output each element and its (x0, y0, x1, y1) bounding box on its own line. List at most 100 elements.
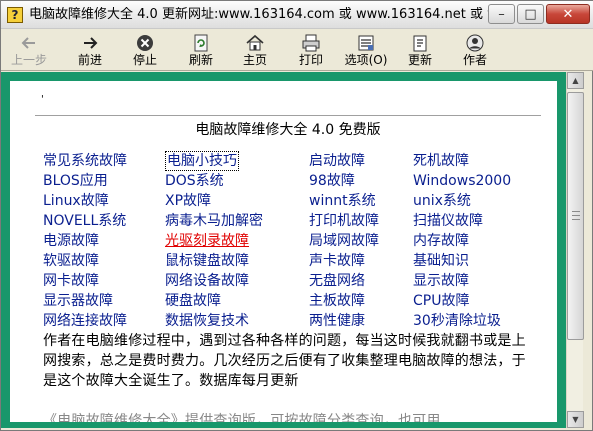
category-link[interactable]: Windows2000 (413, 171, 511, 191)
link-row: 电源故障 光驱刻录故障 局域网故障 内存故障 (43, 231, 541, 251)
close-button[interactable]: ✕ (546, 4, 590, 24)
category-link[interactable]: 声卡故障 (309, 251, 365, 271)
category-link[interactable]: 网络设备故障 (165, 271, 249, 291)
app-icon: ? (7, 7, 23, 23)
category-link[interactable]: 电源故障 (43, 231, 99, 251)
link-row: 网络连接故障 数据恢复技术 两性健康 30秒清除垃圾 (43, 311, 541, 331)
category-link[interactable]: 网络连接故障 (43, 311, 127, 331)
author-icon (453, 31, 497, 53)
category-link[interactable]: NOVELL系统 (43, 211, 126, 231)
category-link[interactable]: 打印机故障 (309, 211, 379, 231)
title-bar[interactable]: ? 电脑故障维修大全 4.0 更新网址:www.163164.com 或 www… (1, 1, 593, 29)
frame-border-top (1, 72, 566, 81)
category-link[interactable]: 常见系统故障 (43, 151, 127, 171)
home-label: 主页 (242, 53, 267, 67)
category-link[interactable]: 软驱故障 (43, 251, 99, 271)
toolbar: 上一步 前进 停止 刷新 主页 打印 选项(O) 更新 作者 (1, 29, 593, 71)
category-link[interactable]: 主板故障 (309, 291, 365, 311)
window-controls: – □ ✕ (486, 4, 590, 25)
cursor-mark: ' (41, 94, 44, 105)
window-title: 电脑故障维修大全 4.0 更新网址:www.163164.com 或 www.1… (29, 7, 489, 22)
divider (35, 115, 541, 117)
update-label: 更新 (407, 53, 432, 67)
refresh-button[interactable]: 刷新 (179, 31, 223, 69)
content-pane: ' 电脑故障维修大全 4.0 免费版 常见系统故障 电脑小技巧 启动故障 死机故… (35, 81, 541, 422)
page-heading: 电脑故障维修大全 4.0 免费版 (195, 122, 381, 138)
category-link[interactable]: 两性健康 (309, 311, 365, 331)
intro-paragraph: 作者在电脑维修过程中，遇到过各种各样的问题，每当这时候我就翻书或是上网搜索，总之… (43, 331, 537, 422)
frame-border-bottom (1, 422, 566, 428)
scroll-thumb[interactable] (567, 92, 584, 340)
printer-icon (289, 31, 333, 53)
category-link[interactable]: 启动故障 (309, 151, 365, 171)
category-link[interactable]: 鼠标键盘故障 (165, 251, 249, 271)
category-link[interactable]: 内存故障 (413, 231, 469, 251)
category-link[interactable]: 数据恢复技术 (165, 311, 249, 331)
category-link[interactable]: 显示故障 (413, 271, 469, 291)
category-links: 常见系统故障 电脑小技巧 启动故障 死机故障 BLOS应用 DOS系统 98故障… (43, 151, 541, 331)
category-link[interactable]: 无盘网络 (309, 271, 365, 291)
author-button[interactable]: 作者 (453, 31, 497, 69)
category-link[interactable]: winnt系统 (309, 191, 376, 211)
app-window: ? 电脑故障维修大全 4.0 更新网址:www.163164.com 或 www… (0, 0, 593, 431)
category-link[interactable]: 电脑小技巧 (165, 151, 239, 171)
category-link[interactable]: BLOS应用 (43, 171, 108, 191)
category-link-active[interactable]: 光驱刻录故障 (165, 231, 249, 251)
scroll-down-arrow-icon[interactable]: ▼ (567, 411, 584, 428)
minimize-button[interactable]: – (488, 4, 515, 24)
category-link[interactable]: 显示器故障 (43, 291, 113, 311)
category-link[interactable]: 98故障 (309, 171, 355, 191)
frame-border-right (557, 72, 566, 428)
category-link[interactable]: 局域网故障 (309, 231, 379, 251)
author-label: 作者 (462, 53, 487, 67)
grip-icon (572, 211, 580, 220)
back-label: 上一步 (10, 53, 47, 67)
intro-continued-text: 《电脑故障维修大全》提供查询版，可按故障分类查询，也可用 (43, 413, 441, 422)
link-row: 网卡故障 网络设备故障 无盘网络 显示故障 (43, 271, 541, 291)
link-row: 常见系统故障 电脑小技巧 启动故障 死机故障 (43, 151, 541, 171)
update-icon (398, 31, 442, 53)
link-row: Linux故障 XP故障 winnt系统 unix系统 (43, 191, 541, 211)
home-button[interactable]: 主页 (233, 31, 277, 69)
options-icon (341, 31, 391, 53)
link-row: 显示器故障 硬盘故障 主板故障 CPU故障 (43, 291, 541, 311)
print-label: 打印 (298, 53, 323, 67)
category-link[interactable]: 基础知识 (413, 251, 469, 271)
frame-border-left (1, 72, 10, 428)
category-link[interactable]: Linux故障 (43, 191, 109, 211)
category-link[interactable]: XP故障 (165, 191, 211, 211)
maximize-button[interactable]: □ (517, 4, 544, 24)
forward-label: 前进 (77, 53, 102, 67)
refresh-icon (179, 31, 223, 53)
update-button[interactable]: 更新 (398, 31, 442, 69)
category-link[interactable]: DOS系统 (165, 171, 224, 191)
forward-button[interactable]: 前进 (68, 31, 112, 69)
options-button[interactable]: 选项(O) (341, 31, 391, 69)
content-margin-right (541, 81, 557, 422)
category-link[interactable]: 网卡故障 (43, 271, 99, 291)
stop-label: 停止 (132, 53, 157, 67)
category-link[interactable]: 30秒清除垃圾 (413, 311, 501, 331)
vertical-scrollbar[interactable]: ▲ ▼ (566, 72, 584, 428)
back-arrow-icon (7, 31, 51, 53)
back-button[interactable]: 上一步 (7, 31, 51, 69)
link-row: 软驱故障 鼠标键盘故障 声卡故障 基础知识 (43, 251, 541, 271)
options-label: 选项(O) (344, 53, 388, 67)
intro-text: 作者在电脑维修过程中，遇到过各种各样的问题，每当这时候我就翻书或是上网搜索，总之… (43, 333, 526, 389)
link-row: BLOS应用 DOS系统 98故障 Windows2000 (43, 171, 541, 191)
category-link[interactable]: CPU故障 (413, 291, 469, 311)
stop-button[interactable]: 停止 (123, 31, 167, 69)
forward-arrow-icon (68, 31, 112, 53)
stop-icon (123, 31, 167, 53)
category-link[interactable]: 扫描仪故障 (413, 211, 483, 231)
refresh-label: 刷新 (188, 53, 213, 67)
content-margin-left (10, 81, 35, 422)
category-link[interactable]: 硬盘故障 (165, 291, 221, 311)
category-link[interactable]: unix系统 (413, 191, 471, 211)
category-link[interactable]: 死机故障 (413, 151, 469, 171)
scroll-up-arrow-icon[interactable]: ▲ (567, 72, 584, 89)
category-link[interactable]: 病毒木马加解密 (165, 211, 263, 231)
home-icon (233, 31, 277, 53)
link-row: NOVELL系统 病毒木马加解密 打印机故障 扫描仪故障 (43, 211, 541, 231)
print-button[interactable]: 打印 (289, 31, 333, 69)
